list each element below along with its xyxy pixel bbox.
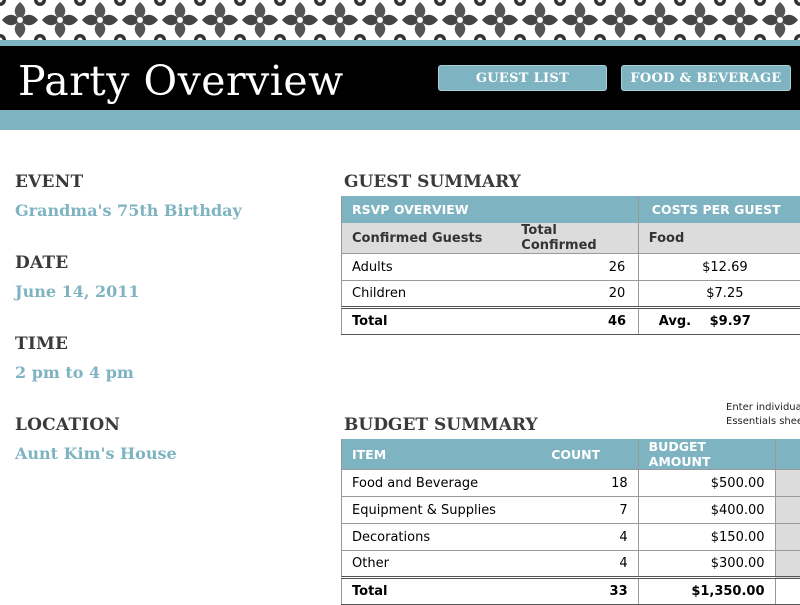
table-row: Children 20 $7.25 [342, 281, 800, 308]
col-confirmed-guests: Confirmed Guests [342, 223, 512, 254]
total-label: Total [342, 578, 542, 605]
total-count: 33 [541, 578, 638, 605]
col-total-confirmed: Total Confirmed [511, 223, 638, 254]
guest-table-subheader-row: Confirmed Guests Total Confirmed Food [342, 223, 800, 254]
time-value[interactable]: 2 pm to 4 pm [15, 363, 134, 382]
budget-amount[interactable]: $500.00 [638, 470, 775, 497]
guest-list-button[interactable]: GUEST LIST [438, 65, 607, 91]
total-label: Total [342, 308, 512, 335]
food-cost: $7.25 [638, 281, 800, 308]
budget-count: 4 [541, 524, 638, 551]
budget-item: Food and Beverage [342, 470, 542, 497]
rsvp-overview-header: RSVP OVERVIEW [342, 196, 639, 223]
col-budget-amount: BUDGET AMOUNT [638, 439, 775, 470]
budget-item: Other [342, 551, 542, 578]
budget-amount[interactable]: $300.00 [638, 551, 775, 578]
col-food: Food [638, 223, 800, 254]
extra-cell [775, 497, 800, 524]
event-label: EVENT [15, 172, 83, 192]
table-row: Decorations 4 $150.00 [342, 524, 800, 551]
table-row: Other 4 $300.00 [342, 551, 800, 578]
col-count: COUNT [541, 439, 638, 470]
instruction-note-line2: Essentials shee [726, 416, 800, 427]
total-confirmed-value: 46 [511, 308, 638, 335]
budget-count: 7 [541, 497, 638, 524]
budget-amount[interactable]: $400.00 [638, 497, 775, 524]
damask-pattern-graphic [0, 0, 800, 40]
event-value[interactable]: Grandma's 75th Birthday [15, 201, 242, 220]
accent-stripe-bottom [0, 110, 800, 130]
avg-label: Avg. [659, 314, 691, 329]
page-title: Party Overview [18, 50, 344, 112]
budget-summary-table: ITEM COUNT BUDGET AMOUNT Food and Bevera… [341, 439, 800, 605]
average-cost-cell: Avg. $9.97 [638, 308, 800, 335]
table-row: Adults 26 $12.69 [342, 254, 800, 281]
budget-summary-title: BUDGET SUMMARY [344, 415, 538, 435]
col-item: ITEM [342, 439, 542, 470]
extra-cell [775, 524, 800, 551]
date-label: DATE [15, 253, 68, 273]
budget-count: 18 [541, 470, 638, 497]
budget-count: 4 [541, 551, 638, 578]
date-value[interactable]: June 14, 2011 [15, 282, 140, 301]
extra-cell [775, 578, 800, 605]
time-label: TIME [15, 334, 68, 354]
budget-item: Equipment & Supplies [342, 497, 542, 524]
damask-pattern-band [0, 0, 800, 40]
guest-table-header-row: RSVP OVERVIEW COSTS PER GUEST [342, 196, 800, 223]
extra-cell [775, 551, 800, 578]
guest-count[interactable]: 26 [511, 254, 638, 281]
budget-amount[interactable]: $150.00 [638, 524, 775, 551]
guest-summary-title: GUEST SUMMARY [344, 172, 521, 192]
budget-item: Decorations [342, 524, 542, 551]
budget-total-row: Total 33 $1,350.00 [342, 578, 800, 605]
location-value[interactable]: Aunt Kim's House [15, 444, 177, 463]
guest-summary-table: RSVP OVERVIEW COSTS PER GUEST Confirmed … [341, 196, 800, 335]
guest-count[interactable]: 20 [511, 281, 638, 308]
costs-per-guest-header: COSTS PER GUEST [638, 196, 800, 223]
food-cost: $12.69 [638, 254, 800, 281]
guest-type-label: Children [342, 281, 512, 308]
instruction-note-line1: Enter individua [726, 402, 800, 413]
location-label: LOCATION [15, 415, 120, 435]
guest-type-label: Adults [342, 254, 512, 281]
extra-cell [775, 470, 800, 497]
food-beverage-button[interactable]: FOOD & BEVERAGE [621, 65, 791, 91]
guest-total-row: Total 46 Avg. $9.97 [342, 308, 800, 335]
table-row: Food and Beverage 18 $500.00 [342, 470, 800, 497]
col-extra [775, 439, 800, 470]
total-amount: $1,350.00 [638, 578, 775, 605]
avg-value: $9.97 [710, 314, 751, 329]
table-row: Equipment & Supplies 7 $400.00 [342, 497, 800, 524]
budget-table-header-row: ITEM COUNT BUDGET AMOUNT [342, 439, 800, 470]
